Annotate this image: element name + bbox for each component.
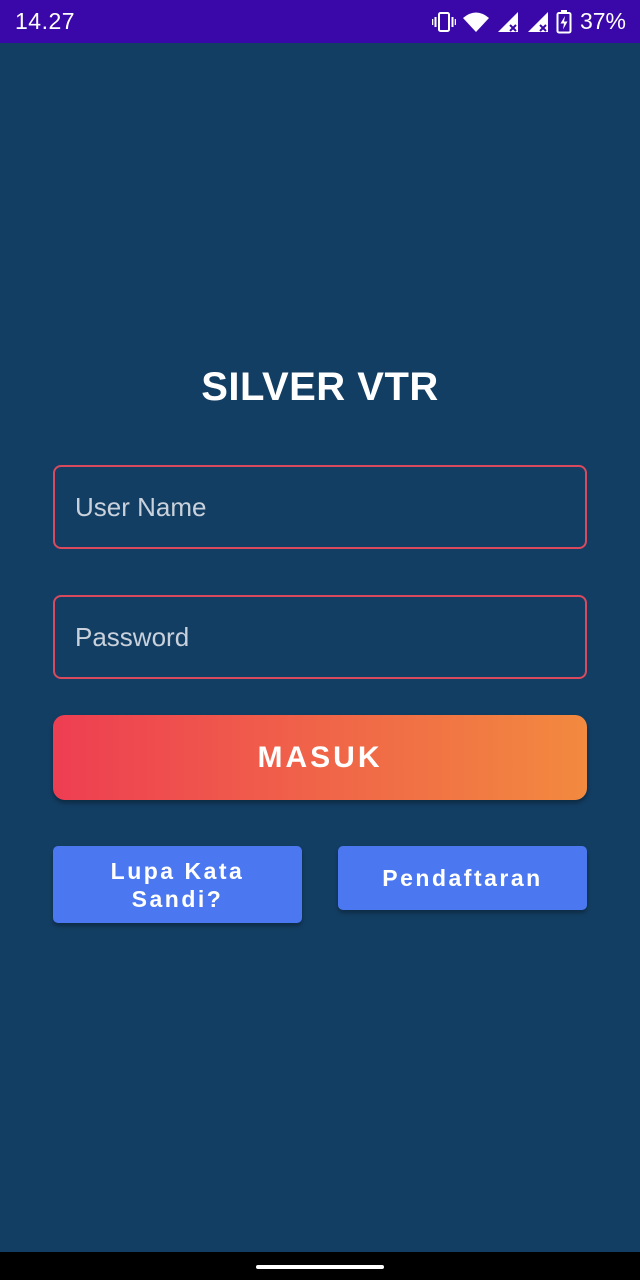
navigation-bar: [0, 1252, 640, 1280]
status-icons: 37%: [431, 8, 626, 35]
home-gesture-handle[interactable]: [256, 1265, 384, 1269]
battery-charging-icon: [556, 9, 572, 34]
signal-icon: [526, 11, 550, 33]
password-field[interactable]: [53, 595, 587, 679]
forgot-password-button[interactable]: Lupa Kata Sandi?: [53, 846, 302, 923]
login-button[interactable]: MASUK: [53, 715, 587, 800]
vibrate-icon: [431, 11, 456, 33]
username-input[interactable]: [55, 467, 585, 547]
status-time: 14.27: [15, 8, 76, 34]
signal-icon: [496, 11, 520, 33]
register-button[interactable]: Pendaftaran: [338, 846, 587, 910]
wifi-icon: [462, 11, 490, 33]
status-bar: 14.27 37%: [0, 0, 640, 43]
app-title: SILVER VTR: [201, 365, 439, 409]
battery-percentage: 37%: [579, 8, 626, 34]
password-input[interactable]: [55, 597, 585, 677]
username-field[interactable]: [53, 465, 587, 549]
